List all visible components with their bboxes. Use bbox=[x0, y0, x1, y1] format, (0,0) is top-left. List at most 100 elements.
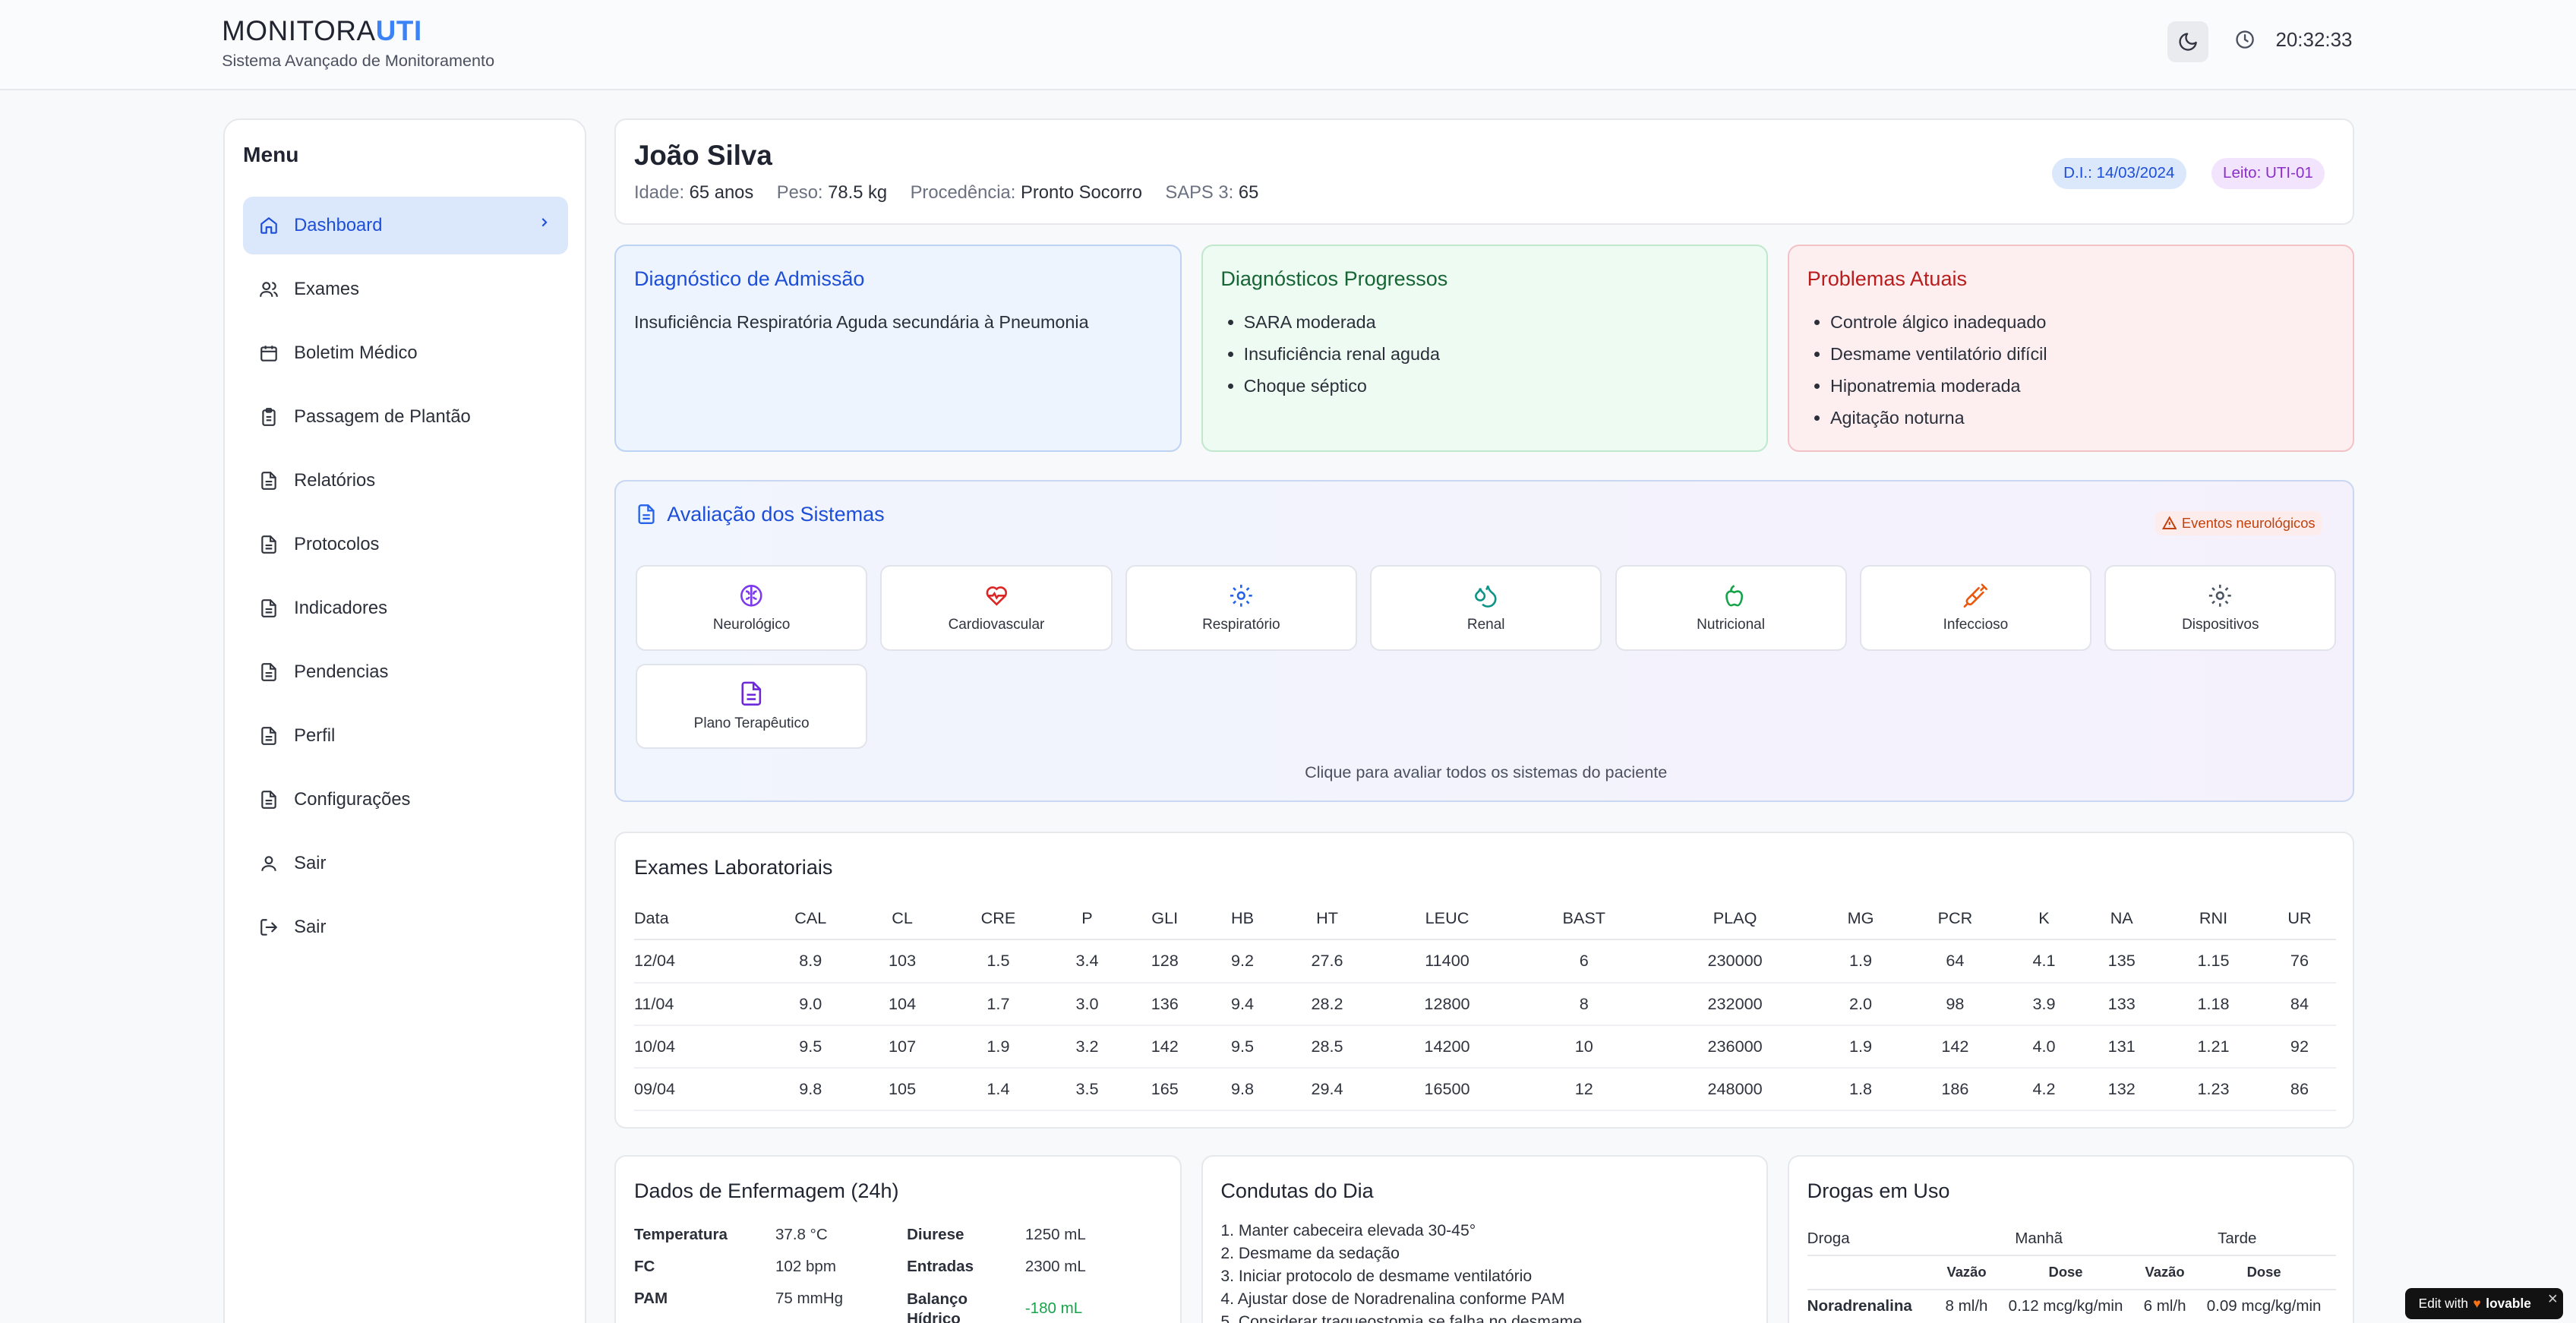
sidebar-item-exames[interactable]: Exames bbox=[243, 260, 568, 318]
close-icon[interactable]: ✕ bbox=[2547, 1291, 2559, 1307]
table-cell: 135 bbox=[2079, 939, 2164, 984]
table-cell: 0.09 mcg/kg/min bbox=[2206, 1297, 2322, 1315]
table-cell: 232000 bbox=[1650, 982, 1820, 1026]
nursing-title: Dados de Enfermagem (24h) bbox=[633, 1179, 899, 1203]
calendar-icon bbox=[258, 343, 279, 364]
sidebar-item-passagem[interactable]: Passagem de Plantão bbox=[243, 388, 568, 446]
list-item: Agitação noturna bbox=[1830, 408, 2047, 440]
gear-icon bbox=[1230, 584, 1252, 607]
table-cell: 4.0 bbox=[2009, 1025, 2079, 1069]
column-header: Manhã bbox=[2015, 1229, 2063, 1247]
sidebar-item-indicadores[interactable]: Indicadores bbox=[243, 579, 568, 637]
sidebar-item-perfil[interactable]: Perfil bbox=[243, 707, 568, 765]
table-cell: 84 bbox=[2262, 982, 2337, 1026]
nursing-value: 37.8 °C bbox=[775, 1225, 828, 1243]
sidebar-item-boletim[interactable]: Boletim Médico bbox=[243, 324, 568, 382]
column-header: P bbox=[1052, 897, 1122, 941]
column-header: Vazão bbox=[2145, 1264, 2185, 1280]
table-cell: 236000 bbox=[1650, 1025, 1820, 1069]
sidebar-menu: Dashboard Exames Boletim Médico Passagem… bbox=[243, 197, 569, 961]
system-button-renal[interactable]: Renal bbox=[1370, 565, 1602, 651]
edit-with-lovable-badge[interactable]: Edit with ♥ lovable ✕ bbox=[2405, 1288, 2564, 1320]
system-label: Plano Terapêutico bbox=[693, 715, 810, 731]
list-item: 5. Considerar traqueostomia se falha no … bbox=[1220, 1312, 1583, 1323]
table-cell: 104 bbox=[860, 982, 945, 1026]
brand[interactable]: MONITORAUTI Sistema Avançado de Monitora… bbox=[222, 14, 494, 71]
moon-icon bbox=[2179, 33, 2197, 51]
table-cell: 14200 bbox=[1376, 1025, 1518, 1069]
sidebar-item-configuracoes[interactable]: Configurações bbox=[243, 771, 568, 829]
origin-value: Pronto Socorro bbox=[1020, 182, 1142, 203]
brand-title: MONITORAUTI bbox=[222, 14, 494, 47]
table-cell: 10/04 bbox=[633, 1025, 762, 1069]
sidebar-item-relatorios[interactable]: Relatórios bbox=[243, 452, 568, 510]
table-cell: 230000 bbox=[1650, 939, 1820, 984]
system-button-neurologico[interactable]: Neurológico bbox=[636, 565, 868, 651]
menu-title: Menu bbox=[243, 143, 299, 167]
column-header: Dose bbox=[2246, 1264, 2281, 1280]
table-cell: 98 bbox=[1901, 982, 2009, 1026]
conducts-card: Condutas do Dia 1. Manter cabeceira elev… bbox=[1201, 1154, 1768, 1323]
apple-icon bbox=[1725, 584, 1743, 607]
file-text-icon bbox=[258, 662, 279, 683]
heart-icon: ♥ bbox=[2473, 1296, 2481, 1312]
weight-value: 78.5 kg bbox=[828, 182, 888, 203]
neuro-events-alert[interactable]: Eventos neurológicos bbox=[2155, 510, 2322, 536]
sidebar-item-label: Exames bbox=[294, 279, 359, 300]
system-button-nutricional[interactable]: Nutricional bbox=[1615, 565, 1847, 651]
list-item: 2. Desmame da sedação bbox=[1220, 1245, 1400, 1263]
table-cell: 09/04 bbox=[633, 1068, 762, 1112]
table-cell: 107 bbox=[860, 1025, 945, 1069]
column-header: CL bbox=[860, 897, 945, 941]
admission-date-badge: D.I.: 14/03/2024 bbox=[2052, 157, 2186, 189]
table-cell: 6 ml/h bbox=[2143, 1297, 2186, 1315]
column-header: HB bbox=[1207, 897, 1278, 941]
brain-icon bbox=[740, 584, 762, 607]
system-button-respiratorio[interactable]: Respiratório bbox=[1125, 565, 1357, 651]
sidebar-item-sair-logout[interactable]: Sair bbox=[243, 898, 568, 956]
table-cell: 6 bbox=[1517, 939, 1651, 984]
system-button-infeccioso[interactable]: Infeccioso bbox=[1859, 565, 2091, 651]
table-cell: 28.2 bbox=[1277, 982, 1377, 1026]
sidebar-item-label: Sair bbox=[294, 916, 327, 937]
nursing-data-card: Dados de Enfermagem (24h) Temperatura 37.… bbox=[614, 1154, 1182, 1323]
column-header: LEUC bbox=[1376, 897, 1518, 941]
table-cell: 0.12 mcg/kg/min bbox=[2008, 1297, 2123, 1315]
table-cell: 1.18 bbox=[2164, 982, 2263, 1026]
sidebar-item-dashboard[interactable]: Dashboard bbox=[243, 197, 569, 255]
column-header: RNI bbox=[2164, 897, 2263, 941]
table-cell: 92 bbox=[2262, 1025, 2337, 1069]
brand-title-accent: UTI bbox=[375, 15, 422, 47]
table-cell: 3.2 bbox=[1052, 1025, 1122, 1069]
sidebar-item-protocolos[interactable]: Protocolos bbox=[243, 516, 568, 573]
system-button-dispositivos[interactable]: Dispositivos bbox=[2104, 565, 2337, 651]
nursing-key: Temperatura bbox=[633, 1225, 728, 1243]
system-button-plano-terapeutico[interactable]: Plano Terapêutico bbox=[636, 663, 868, 750]
table-row: Noradrenalina 8 ml/h 0.12 mcg/kg/min 6 m… bbox=[1807, 1290, 2337, 1322]
table-cell: 131 bbox=[2079, 1025, 2164, 1069]
system-label: Cardiovascular bbox=[948, 617, 1045, 633]
table-cell: 9.8 bbox=[761, 1068, 860, 1112]
column-header: Vazão bbox=[1946, 1264, 1987, 1280]
list-item: 1. Manter cabeceira elevada 30-45° bbox=[1220, 1222, 1476, 1240]
app-root: MONITORAUTI Sistema Avançado de Monitora… bbox=[0, 0, 2576, 1323]
column-header: Droga bbox=[1807, 1229, 1850, 1247]
system-button-cardiovascular[interactable]: Cardiovascular bbox=[880, 565, 1113, 651]
theme-toggle-button[interactable] bbox=[2167, 21, 2208, 63]
column-header: GLI bbox=[1122, 897, 1208, 941]
file-text-icon bbox=[741, 681, 762, 706]
table-cell: 64 bbox=[1901, 939, 2009, 984]
table-cell: 11400 bbox=[1376, 939, 1518, 984]
table-cell: 128 bbox=[1122, 939, 1208, 984]
file-text-icon bbox=[258, 725, 279, 747]
column-header: UR bbox=[2262, 897, 2337, 941]
sidebar-item-sair-user[interactable]: Sair bbox=[243, 835, 568, 892]
origin-label: Procedência: bbox=[910, 182, 1016, 203]
table-cell: 8 ml/h bbox=[1945, 1297, 1988, 1315]
column-header: BAST bbox=[1517, 897, 1651, 941]
table-cell: 1.21 bbox=[2164, 1025, 2263, 1069]
droplets-icon bbox=[1475, 585, 1497, 608]
log-out-icon bbox=[258, 917, 279, 938]
sidebar-item-pendencias[interactable]: Pendencias bbox=[243, 643, 568, 701]
column-header: Dose bbox=[2048, 1264, 2083, 1280]
